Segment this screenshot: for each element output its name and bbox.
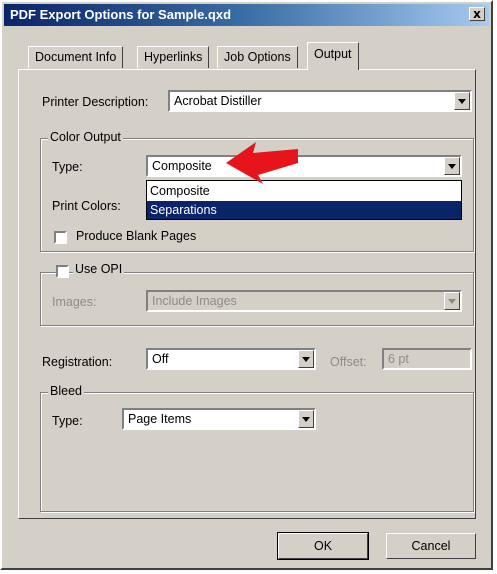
chevron-down-icon[interactable] [444,157,460,175]
window-title: PDF Export Options for Sample.qxd [10,7,232,22]
tab-output[interactable]: Output [307,42,359,70]
bleed-type-select[interactable]: Page Items [122,408,316,430]
bleed-type-value: Page Items [128,412,192,426]
ok-button-label: OK [313,539,333,553]
color-output-group-label: Color Output [48,130,123,144]
offset-value: 6 pt [388,352,409,366]
printer-description-label: Printer Description: [42,95,149,109]
tab-document-info[interactable]: Document Info [28,46,124,68]
chevron-down-icon [444,292,460,310]
opi-images-value: Include Images [152,294,237,308]
use-opi-label: Use OPI [73,262,125,276]
tab-job-options-label: Job Options [224,50,291,64]
dropdown-option-separations[interactable]: Separations [147,201,461,219]
tab-job-options[interactable]: Job Options [217,46,298,68]
tab-output-label: Output [314,47,352,61]
dropdown-option-composite[interactable]: Composite [147,182,461,200]
opi-images-label: Images: [52,295,97,309]
color-type-select[interactable]: Composite [146,155,462,177]
printer-description-select[interactable]: Acrobat Distiller [168,90,472,112]
printer-description-value: Acrobat Distiller [174,94,262,108]
close-button[interactable]: x [469,7,485,21]
registration-select[interactable]: Off [146,348,316,370]
offset-label: Offset: [330,355,367,369]
cancel-button-label: Cancel [411,539,451,553]
chevron-down-icon[interactable] [454,92,470,110]
title-bar[interactable]: PDF Export Options for Sample.qxd x [4,4,489,26]
chevron-down-icon[interactable] [298,410,314,428]
use-opi-checkbox[interactable] [56,265,69,278]
ok-button[interactable]: OK [277,532,369,560]
color-type-label: Type: [52,160,83,174]
red-arrow-icon [226,142,298,184]
bleed-group-label: Bleed [48,384,84,398]
registration-label: Registration: [42,355,113,369]
color-type-value: Composite [152,159,212,173]
produce-blank-pages-checkbox[interactable] [54,231,67,244]
print-colors-label: Print Colors: [52,199,121,213]
bleed-type-label: Type: [52,414,83,428]
tab-hyperlinks-label: Hyperlinks [144,50,203,64]
opi-images-select: Include Images [146,290,462,312]
produce-blank-pages-label: Produce Blank Pages [76,229,197,243]
chevron-down-icon[interactable] [298,350,314,368]
tab-hyperlinks[interactable]: Hyperlinks [137,46,210,68]
tab-document-info-label: Document Info [35,50,117,64]
offset-field: 6 pt [382,348,472,370]
color-type-dropdown-list: Composite Separations [146,180,462,220]
close-icon: x [473,7,481,21]
cancel-button[interactable]: Cancel [386,533,476,559]
registration-value: Off [152,352,169,366]
